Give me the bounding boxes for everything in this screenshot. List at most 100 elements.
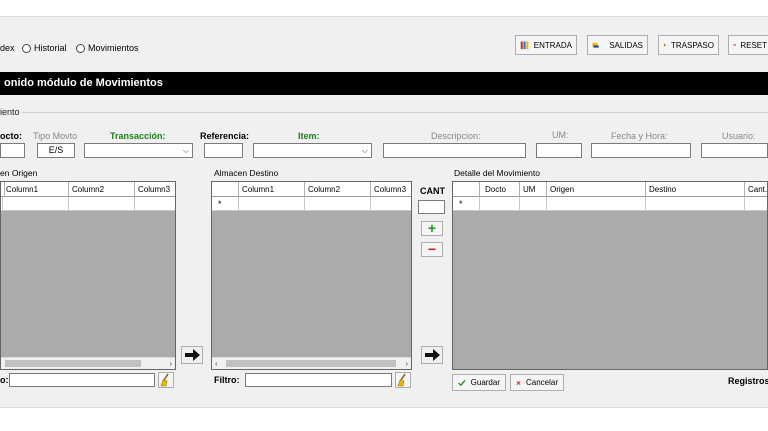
page-title: onido módulo de Movimientos [0, 72, 768, 95]
group-box: iento [0, 102, 768, 122]
column-header[interactable]: Cant. [745, 182, 767, 197]
item-select[interactable]: ⌵ [253, 143, 372, 158]
transaccion-select[interactable]: ⌵ [84, 143, 193, 158]
entrada-button[interactable]: ENTRADA [515, 35, 577, 55]
horizontal-scrollbar[interactable]: ‹ › [212, 357, 411, 369]
docto-label: octo: [0, 131, 22, 141]
scrollbar-thumb[interactable] [5, 360, 141, 367]
guardar-button[interactable]: Guardar [452, 374, 506, 391]
destino-filter-input[interactable] [245, 373, 392, 387]
row-header-cell [212, 182, 239, 197]
group-divider [22, 112, 768, 113]
salidas-label: SALIDAS [609, 40, 643, 50]
column-header[interactable]: Docto [480, 182, 520, 197]
plus-icon: + [427, 220, 437, 236]
new-row[interactable]: * [453, 197, 767, 211]
column-header[interactable]: Destino [646, 182, 745, 197]
tipo-field[interactable]: E/S [37, 143, 75, 158]
traspaso-label: TRASPASO [671, 40, 714, 50]
column-header[interactable]: Column2 [69, 182, 135, 197]
horizontal-scrollbar[interactable]: › [1, 357, 175, 369]
column-header[interactable]: Column1 [239, 182, 305, 197]
descripcion-label: Descripcion: [431, 131, 481, 141]
origen-filter-input[interactable] [9, 373, 155, 387]
cant-field[interactable] [418, 200, 445, 214]
radio-kardex[interactable]: dex [0, 43, 15, 53]
remove-button[interactable]: − [421, 242, 443, 257]
guardar-label: Guardar [470, 378, 500, 387]
chevron-down-icon: ⌵ [182, 146, 189, 155]
fecha-field[interactable] [591, 143, 691, 158]
move-to-detalle-button[interactable] [421, 346, 443, 364]
origen-grid[interactable]: Column1 Column2 Column3 › [0, 181, 176, 370]
row-header-cell [453, 182, 480, 197]
referencia-field[interactable] [204, 143, 243, 158]
salidas-icon [592, 42, 599, 48]
grid-header: Column1 Column2 Column3 [1, 182, 175, 197]
entrada-label: ENTRADA [533, 40, 572, 50]
traspaso-button[interactable]: TRASPASO [658, 35, 719, 55]
cant-label: CANT [420, 186, 445, 196]
descripcion-field[interactable] [383, 143, 526, 158]
detalle-grid[interactable]: Docto UM Origen Destino Cant. * [452, 181, 768, 370]
grid-header: Docto UM Origen Destino Cant. [453, 182, 767, 197]
docto-field[interactable] [0, 143, 25, 158]
destino-filter-button[interactable] [395, 372, 411, 388]
destino-filter-label: Filtro: [214, 375, 240, 385]
broom-icon [160, 373, 169, 387]
origen-filter-button[interactable] [158, 372, 174, 388]
radio-kardex-label: dex [0, 43, 15, 53]
destino-grid[interactable]: Column1 Column2 Column3 * ‹ › [211, 181, 412, 370]
salidas-button[interactable]: SALIDAS [587, 35, 648, 55]
scroll-right-icon[interactable]: › [169, 358, 172, 369]
detalle-title: Detalle del Movimiento [454, 168, 540, 178]
column-header[interactable]: Column1 [3, 182, 69, 197]
cancelar-button[interactable]: Cancelar [510, 374, 564, 391]
column-header[interactable]: Column3 [371, 182, 411, 197]
close-icon [516, 380, 521, 385]
fecha-label: Fecha y Hora: [611, 131, 668, 141]
check-icon [458, 379, 466, 386]
usuario-label: Usuario: [722, 131, 756, 141]
grid-header: Column1 Column2 Column3 [212, 182, 411, 197]
traspaso-icon [663, 43, 667, 47]
radio-circle-icon [22, 43, 31, 53]
new-row[interactable] [1, 197, 175, 211]
column-header[interactable]: Column3 [135, 182, 175, 197]
add-button[interactable]: + [421, 221, 443, 236]
column-header[interactable]: Column2 [305, 182, 371, 197]
radio-historial[interactable]: Historial [22, 43, 67, 53]
column-header[interactable]: Origen [547, 182, 646, 197]
reset-button[interactable]: RESET [728, 35, 768, 55]
broom-icon [397, 373, 406, 387]
new-row-marker: * [212, 197, 239, 211]
radio-movimientos-label: Movimientos [88, 43, 139, 53]
usuario-field[interactable] [701, 143, 768, 158]
new-row[interactable]: * [212, 197, 411, 211]
reset-label: RESET [740, 40, 767, 50]
radio-movimientos[interactable]: Movimientos [76, 43, 139, 53]
um-field[interactable] [536, 143, 582, 158]
arrow-right-icon [185, 349, 200, 361]
item-label: Item: [298, 131, 320, 141]
minus-icon: − [427, 241, 437, 257]
close-icon [733, 43, 736, 47]
registros-label: Registros [728, 376, 768, 386]
column-header[interactable]: UM [520, 182, 547, 197]
scrollbar-thumb[interactable] [226, 360, 396, 367]
group-label: iento [0, 107, 20, 117]
um-label: UM: [552, 130, 569, 140]
origen-title: en Origen [0, 168, 38, 178]
scroll-right-icon[interactable]: › [405, 358, 408, 369]
radio-historial-label: Historial [34, 43, 67, 53]
move-to-destino-button[interactable] [181, 346, 203, 364]
entrada-icon [520, 41, 529, 50]
tipo-label: Tipo Movto [33, 131, 78, 141]
chevron-down-icon: ⌵ [361, 146, 368, 155]
arrow-right-icon [425, 349, 440, 361]
referencia-label: Referencia: [200, 131, 250, 141]
scroll-left-icon[interactable]: ‹ [215, 358, 218, 369]
new-row-marker: * [453, 197, 480, 211]
destino-title: Almacen Destino [214, 168, 279, 178]
origen-filter-label: o: [0, 375, 9, 385]
